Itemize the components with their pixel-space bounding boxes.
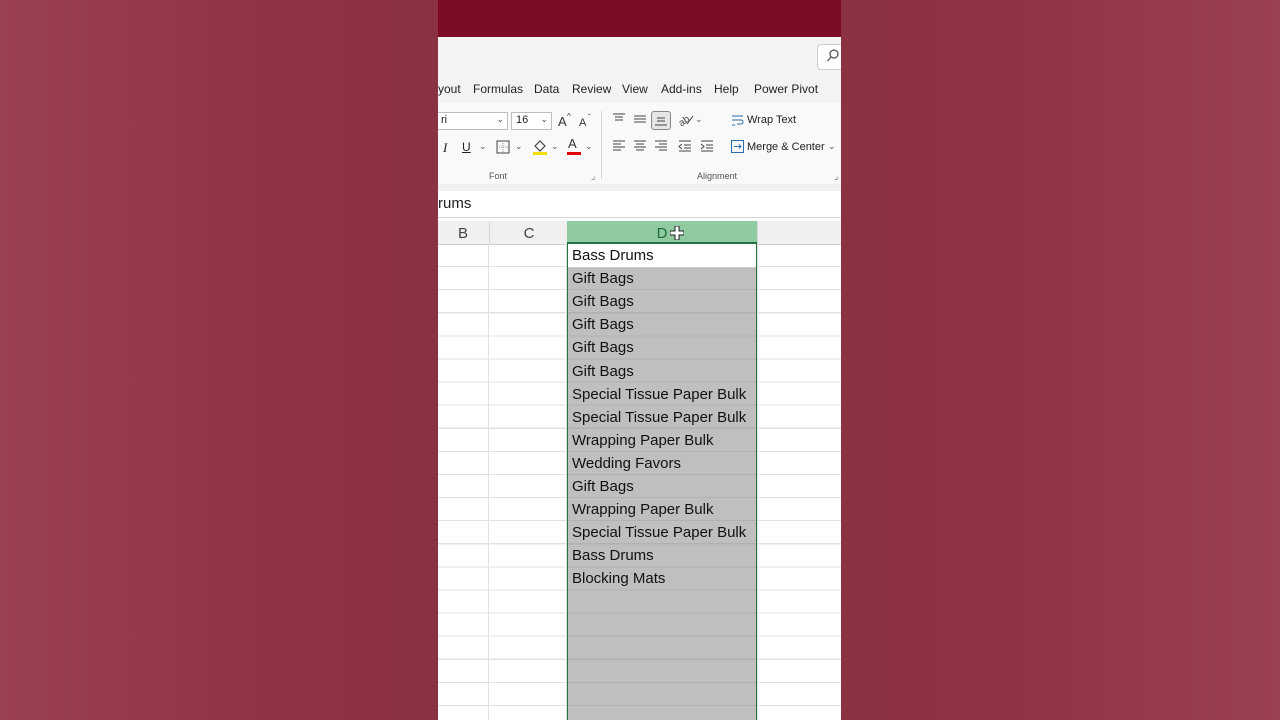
increase-indent-icon[interactable] xyxy=(700,140,714,152)
cell-grid[interactable]: Bass Drums Gift Bags Gift Bags Gift Bags… xyxy=(438,244,841,720)
fill-color-icon[interactable] xyxy=(532,138,548,156)
group-divider xyxy=(601,111,602,179)
font-size-value: 16 xyxy=(516,114,529,126)
cell-d8[interactable]: Special Tissue Paper Bulk xyxy=(572,406,746,429)
font-size-select[interactable]: 16 ⌄ xyxy=(511,112,552,130)
chevron-down-icon[interactable]: ⌄ xyxy=(551,141,559,152)
font-name-value: ri xyxy=(441,114,448,126)
cell-d3[interactable]: Gift Bags xyxy=(572,290,634,313)
svg-text:ˇ: ˇ xyxy=(588,113,591,122)
tab-view[interactable]: View xyxy=(622,82,648,96)
cell-d6[interactable]: Gift Bags xyxy=(572,360,634,383)
chevron-down-icon: ⌄ xyxy=(540,114,548,124)
font-color-button[interactable]: A xyxy=(566,136,582,156)
cell-d10[interactable]: Wedding Favors xyxy=(572,452,681,475)
middle-align-icon[interactable] xyxy=(633,113,647,125)
decrease-indent-icon[interactable] xyxy=(678,140,692,152)
underline-button[interactable]: U xyxy=(462,140,471,154)
cell-d4[interactable]: Gift Bags xyxy=(572,313,634,336)
cell-d7[interactable]: Special Tissue Paper Bulk xyxy=(572,383,746,406)
tab-add-ins[interactable]: Add-ins xyxy=(661,82,702,96)
orientation-icon[interactable]: ab xyxy=(678,112,694,126)
tab-data[interactable]: Data xyxy=(534,82,559,96)
cell-d12[interactable]: Wrapping Paper Bulk xyxy=(572,498,713,521)
column-header-b[interactable]: B xyxy=(438,221,488,244)
align-center-icon[interactable] xyxy=(633,140,647,152)
tab-help[interactable]: Help xyxy=(714,82,739,96)
chevron-down-icon[interactable]: ⌄ xyxy=(515,141,523,152)
ribbon-tabs: yout Formulas Data Review View Add-ins H… xyxy=(438,75,841,103)
cell-d14[interactable]: Bass Drums xyxy=(572,544,654,567)
chevron-down-icon[interactable]: ⌄ xyxy=(585,141,593,152)
wrap-text-label: Wrap Text xyxy=(747,114,797,126)
selected-column-d[interactable]: Bass Drums Gift Bags Gift Bags Gift Bags… xyxy=(567,244,757,720)
alignment-dialog-launcher-icon[interactable]: ⌟ xyxy=(834,171,838,182)
merge-center-icon xyxy=(731,140,744,153)
cell-d15[interactable]: Blocking Mats xyxy=(572,567,665,590)
svg-text:A: A xyxy=(579,117,587,128)
decrease-font-size-icon[interactable]: A ˇ xyxy=(578,112,594,128)
italic-button[interactable]: I xyxy=(443,140,447,156)
tab-formulas[interactable]: Formulas xyxy=(473,82,523,96)
gridline xyxy=(757,244,758,720)
formula-bar[interactable]: rums xyxy=(438,191,841,218)
cell-d11[interactable]: Gift Bags xyxy=(572,475,634,498)
wrap-text-icon xyxy=(732,115,744,126)
svg-text:^: ^ xyxy=(567,112,571,121)
cell-d1[interactable]: Bass Drums xyxy=(572,244,654,267)
alignment-group-label: Alignment xyxy=(697,171,738,181)
increase-font-size-icon[interactable]: A ^ xyxy=(557,112,573,128)
ribbon: ri ⌄ 16 ⌄ A ^ A ˇ I U ⌄ ⌄ ⌄ A ⌄ Font ⌟ a… xyxy=(438,103,841,185)
font-group-label: Font xyxy=(489,171,508,181)
gridline xyxy=(488,244,489,720)
column-header-d[interactable]: D xyxy=(567,221,757,244)
chevron-down-icon: ⌄ xyxy=(496,114,504,124)
merge-center-label: Merge & Center xyxy=(747,141,825,153)
tab-power-pivot[interactable]: Power Pivot xyxy=(754,82,818,96)
merge-center-button[interactable]: Merge & Center ⌄ xyxy=(731,139,837,157)
wrap-text-button[interactable]: Wrap Text xyxy=(731,112,801,130)
cell-d13[interactable]: Special Tissue Paper Bulk xyxy=(572,521,746,544)
font-name-select[interactable]: ri ⌄ xyxy=(438,112,508,130)
title-bar xyxy=(438,0,841,37)
align-left-icon[interactable] xyxy=(612,140,626,152)
chevron-down-icon: ⌄ xyxy=(828,141,836,151)
borders-icon[interactable] xyxy=(496,140,510,154)
top-band xyxy=(438,37,841,75)
excel-window: yout Formulas Data Review View Add-ins H… xyxy=(438,0,841,720)
align-right-icon[interactable] xyxy=(654,140,668,152)
move-cursor-icon xyxy=(670,226,684,240)
search-box[interactable] xyxy=(817,44,841,70)
font-color-swatch xyxy=(567,152,581,155)
bottom-align-button[interactable] xyxy=(651,111,671,130)
cell-d5[interactable]: Gift Bags xyxy=(572,336,634,359)
tab-page-layout[interactable]: yout xyxy=(438,82,461,96)
svg-text:A: A xyxy=(558,114,567,128)
chevron-down-icon[interactable]: ⌄ xyxy=(479,141,487,152)
top-align-icon[interactable] xyxy=(612,113,626,125)
font-color-letter: A xyxy=(568,136,577,151)
cell-d9[interactable]: Wrapping Paper Bulk xyxy=(572,429,713,452)
formula-bar-value: rums xyxy=(438,195,472,212)
cell-d2[interactable]: Gift Bags xyxy=(572,267,634,290)
tab-review[interactable]: Review xyxy=(572,82,611,96)
column-header-e[interactable] xyxy=(757,221,841,244)
background-right xyxy=(841,0,1280,720)
column-header-c[interactable]: C xyxy=(489,221,568,244)
font-dialog-launcher-icon[interactable]: ⌟ xyxy=(591,171,595,182)
background-left xyxy=(0,0,438,720)
column-headers: B C D xyxy=(438,221,841,245)
chevron-down-icon[interactable]: ⌄ xyxy=(695,114,703,125)
search-icon xyxy=(827,49,839,62)
ribbon-gap xyxy=(438,184,841,191)
bottom-align-icon xyxy=(655,117,667,126)
